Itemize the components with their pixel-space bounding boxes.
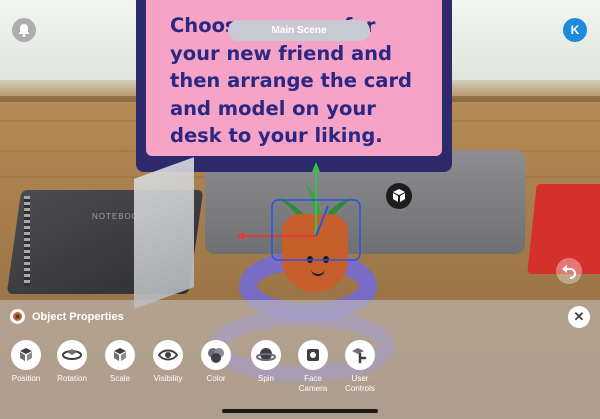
object-properties-icon (10, 309, 25, 324)
card-line: then arrange the card (170, 69, 413, 92)
color-circles-icon (201, 340, 231, 370)
bell-icon (18, 24, 30, 37)
user-controls-icon (345, 340, 375, 370)
undo-icon (562, 265, 577, 279)
tool-user-controls[interactable]: User Controls (330, 340, 390, 394)
close-icon: ✕ (573, 309, 585, 324)
rotation-icon (57, 340, 87, 370)
panel-title: Object Properties (32, 311, 124, 323)
home-indicator[interactable] (222, 409, 378, 413)
profile-avatar-button[interactable]: K (563, 18, 587, 42)
scale-cube-icon (105, 340, 135, 370)
face-camera-icon (298, 340, 328, 370)
close-button[interactable]: ✕ (568, 306, 590, 328)
cube-icon[interactable] (386, 183, 412, 209)
position-cube-icon (11, 340, 41, 370)
notebook-rings (24, 196, 30, 286)
tool-label: User Controls (345, 374, 375, 393)
scene-title[interactable]: Main Scene (228, 20, 370, 41)
card-placeholder-ghost[interactable] (134, 157, 194, 309)
undo-button[interactable] (556, 258, 582, 284)
spin-icon (251, 340, 281, 370)
card-line: your new friend and (170, 41, 392, 65)
card-line: desk to your liking. (170, 124, 383, 147)
notifications-button[interactable] (12, 18, 36, 42)
transform-gizmo[interactable] (230, 160, 370, 270)
eye-icon (153, 340, 183, 370)
card-line: and model on your (170, 96, 376, 120)
